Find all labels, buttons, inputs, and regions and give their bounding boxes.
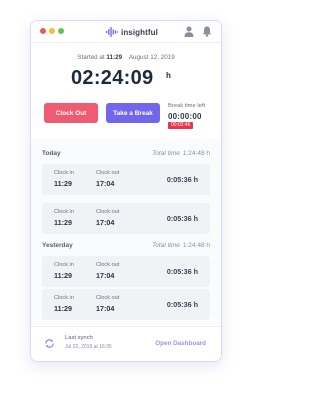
clock-out-time: 17:04 (96, 304, 115, 313)
title-bar: insightful (31, 21, 221, 43)
section-total: Total time 1:24:48 h (152, 242, 210, 249)
close-window-button[interactable] (40, 28, 46, 34)
clock-out-label: Clock out (96, 209, 120, 215)
time-entries-list[interactable]: Today Total time 1:24:48 h Clock in 11:29… (31, 139, 221, 325)
time-entry[interactable]: Clock in 11:29 Clock out 17:04 0:05:36 h (42, 289, 210, 320)
break-time-left-value: 00:00:00 (168, 112, 202, 121)
clock-out-label: Clock out (96, 295, 120, 301)
entry-duration: 0:05:36 h (166, 300, 198, 309)
section-title: Yesterday (42, 242, 73, 249)
user-icon[interactable] (184, 26, 194, 37)
take-break-button[interactable]: Take a Break (106, 103, 160, 123)
entry-duration: 0:05:36 h (166, 175, 198, 184)
minimize-window-button[interactable] (49, 28, 55, 34)
break-time-left-label: Break time left (168, 103, 206, 109)
app-window: insightful Started at 11:29 August 12, 2… (30, 20, 222, 362)
started-label: Started at (77, 54, 105, 61)
time-entry[interactable]: Clock in 11:29 Clock out 17:04 0:05:36 h (42, 164, 210, 195)
last-sync-time: Jul 22, 2019 at 16:35 (65, 344, 112, 350)
clock-out-label: Clock out (96, 170, 120, 176)
section-total-value: 1:24:48 h (182, 242, 210, 249)
entry-duration: 0:05:36 h (166, 214, 198, 223)
clock-out-time: 17:04 (96, 218, 115, 227)
session-start: Started at 11:29 August 12, 2019 (31, 54, 221, 61)
clock-in-time: 11:29 (54, 179, 72, 188)
section-total: Total time 1:24:48 h (152, 150, 210, 157)
app-logo: insightful (106, 26, 158, 38)
section-header-today: Today Total time 1:24:48 h (42, 150, 210, 160)
clock-in-time: 11:29 (54, 218, 72, 227)
sync-icon[interactable] (44, 338, 55, 349)
section-total-value: 1:24:48 h (182, 150, 210, 157)
waveform-icon (106, 27, 118, 37)
time-entry[interactable]: Clock in 11:29 Clock out 17:04 0:05:36 h (42, 256, 210, 287)
clock-out-label: Clock out (96, 262, 120, 268)
app-name: insightful (121, 27, 158, 37)
clock-out-button[interactable]: Clock Out (44, 103, 98, 123)
maximize-window-button[interactable] (58, 28, 64, 34)
entry-duration: 0:05:36 h (166, 267, 198, 276)
clock-in-label: Clock in (54, 170, 74, 176)
clock-in-label: Clock in (54, 295, 74, 301)
clock-in-time: 11:29 (54, 271, 72, 280)
clock-out-time: 17:04 (96, 179, 115, 188)
bell-icon[interactable] (202, 26, 212, 37)
clock-out-time: 17:04 (96, 271, 115, 280)
section-total-label: Total time (151, 242, 180, 249)
clock-in-time: 11:29 (54, 304, 72, 313)
last-sync-label: Last synch (65, 335, 93, 341)
time-entry[interactable]: Clock in 11:29 Clock out 17:04 0:05:36 h (42, 203, 210, 234)
elapsed-unit: h (166, 71, 171, 80)
started-time: 11:29 (106, 54, 123, 61)
section-header-yesterday: Yesterday Total time 1:24:48 h (42, 242, 210, 252)
started-date: August 12, 2019 (128, 54, 175, 61)
section-total-label: Total time (151, 150, 180, 157)
footer-bar: Last synch Jul 22, 2019 at 16:35 Open Da… (31, 326, 221, 361)
clock-in-label: Clock in (54, 209, 74, 215)
break-overtime-badge: 00:02:46 (168, 122, 194, 129)
section-title: Today (42, 150, 61, 157)
clock-in-label: Clock in (54, 262, 74, 268)
elapsed-timer: 02:24:09 (71, 67, 154, 89)
open-dashboard-link[interactable]: Open Dashboard (155, 340, 206, 347)
